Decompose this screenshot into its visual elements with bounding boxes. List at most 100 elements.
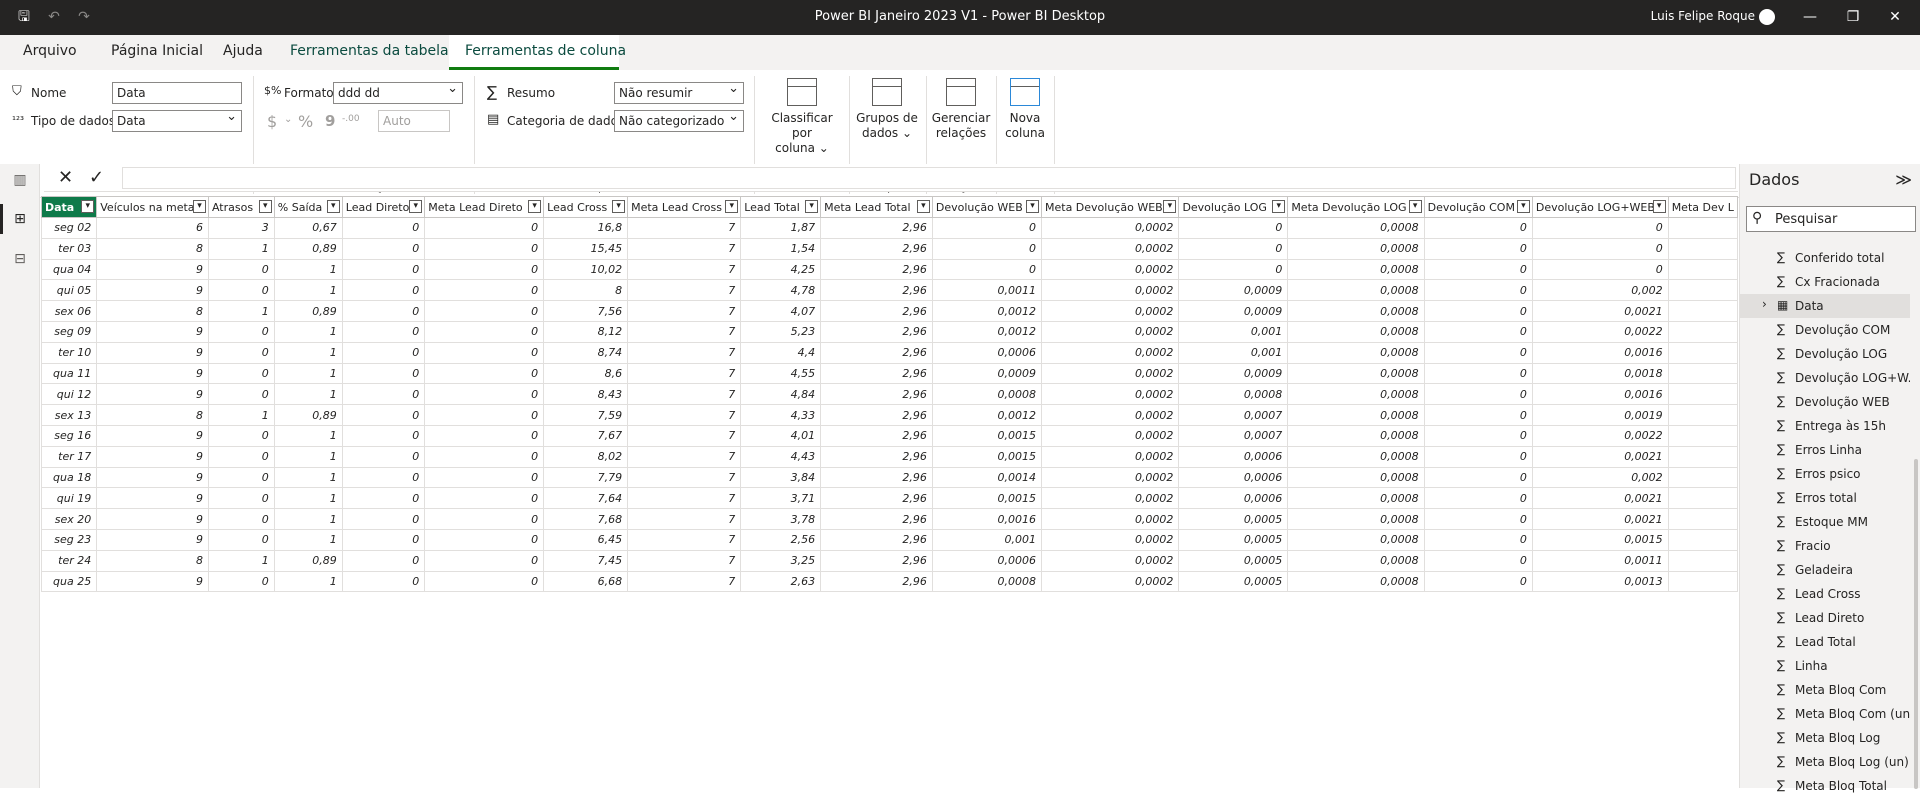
column-header[interactable]: Devolução COM▾ — [1424, 197, 1532, 218]
tab-ajuda[interactable]: Ajuda — [219, 43, 267, 59]
table-cell[interactable]: 0,0002 — [1042, 301, 1179, 322]
table-cell[interactable]: 2,63 — [741, 571, 821, 592]
table-cell[interactable]: 1 — [274, 509, 342, 530]
table-cell[interactable]: 8 — [97, 550, 209, 571]
filter-dropdown-icon[interactable]: ▾ — [259, 200, 272, 213]
field-item[interactable]: ∑Meta Bloq Log (un) — [1740, 750, 1910, 774]
field-item[interactable]: ∑Lead Cross — [1740, 582, 1910, 606]
table-cell[interactable]: 0,0002 — [1042, 405, 1179, 426]
user-name[interactable]: Luis Felipe Roque — [1651, 9, 1755, 23]
field-item[interactable]: ∑Devolução LOG — [1740, 342, 1910, 366]
table-cell[interactable]: 0 — [208, 342, 274, 363]
table-cell[interactable]: 1 — [274, 446, 342, 467]
table-cell[interactable]: 7,67 — [544, 425, 628, 446]
table-cell[interactable]: 2,96 — [821, 425, 933, 446]
table-cell[interactable]: 0,0008 — [1288, 342, 1424, 363]
table-cell[interactable]: 1 — [274, 467, 342, 488]
nome-input[interactable]: Data — [112, 82, 242, 104]
table-cell[interactable]: 0,0009 — [1179, 301, 1288, 322]
table-cell[interactable]: 0 — [1424, 405, 1532, 426]
table-cell[interactable]: 2,96 — [821, 384, 933, 405]
table-cell[interactable]: 0,0016 — [1532, 384, 1668, 405]
table-cell[interactable] — [1668, 425, 1737, 446]
table-cell[interactable]: 0 — [1424, 363, 1532, 384]
table-cell[interactable]: 4,07 — [741, 301, 821, 322]
field-item[interactable]: ∑Meta Bloq Com — [1740, 678, 1910, 702]
table-cell[interactable] — [1668, 405, 1737, 426]
table-cell[interactable]: sex 13 — [42, 405, 97, 426]
table-cell[interactable]: 0,0022 — [1532, 321, 1668, 342]
table-cell[interactable]: 0 — [342, 301, 425, 322]
table-cell[interactable] — [1668, 384, 1737, 405]
table-cell[interactable]: 0,0008 — [1288, 218, 1424, 239]
table-cell[interactable]: 7,68 — [544, 509, 628, 530]
table-cell[interactable]: 8,43 — [544, 384, 628, 405]
table-cell[interactable]: 8,02 — [544, 446, 628, 467]
table-cell[interactable]: sex 20 — [42, 509, 97, 530]
table-cell[interactable]: 0 — [425, 550, 544, 571]
table-cell[interactable]: 0 — [342, 550, 425, 571]
table-cell[interactable]: 7,45 — [544, 550, 628, 571]
table-cell[interactable]: 9 — [97, 571, 209, 592]
table-cell[interactable]: 0,0009 — [932, 363, 1041, 384]
table-cell[interactable]: 0 — [208, 425, 274, 446]
table-cell[interactable]: 2,96 — [821, 405, 933, 426]
table-cell[interactable]: 0 — [208, 529, 274, 550]
table-cell[interactable]: 0,0007 — [1179, 405, 1288, 426]
table-cell[interactable]: 4,84 — [741, 384, 821, 405]
table-cell[interactable]: 1 — [208, 405, 274, 426]
table-cell[interactable]: 15,45 — [544, 238, 628, 259]
column-header[interactable]: Meta Devolução LOG▾ — [1288, 197, 1424, 218]
table-cell[interactable]: 3,25 — [741, 550, 821, 571]
table-cell[interactable]: 1 — [274, 363, 342, 384]
cancel-formula-icon[interactable]: ✕ — [58, 167, 73, 188]
table-cell[interactable]: 0,0008 — [1288, 301, 1424, 322]
table-cell[interactable]: 0 — [342, 405, 425, 426]
table-cell[interactable]: 0 — [208, 321, 274, 342]
field-item[interactable]: ∑Lead Direto — [1740, 606, 1910, 630]
table-cell[interactable]: 0,0005 — [1179, 529, 1288, 550]
model-view-icon[interactable]: ⊟ — [11, 251, 29, 267]
table-cell[interactable]: 0 — [1424, 238, 1532, 259]
table-cell[interactable]: 0 — [342, 488, 425, 509]
table-cell[interactable]: 0 — [932, 238, 1041, 259]
table-cell[interactable] — [1668, 342, 1737, 363]
table-cell[interactable]: 0,0015 — [1532, 529, 1668, 550]
field-item[interactable]: ∑Meta Bloq Com (un) — [1740, 702, 1910, 726]
table-cell[interactable]: 8 — [97, 405, 209, 426]
table-cell[interactable]: 1 — [274, 488, 342, 509]
field-item[interactable]: ∑Meta Bloq Total — [1740, 774, 1910, 798]
filter-dropdown-icon[interactable]: ▾ — [1409, 200, 1422, 213]
chevron-right-icon[interactable]: › — [1762, 297, 1767, 311]
table-cell[interactable] — [1668, 321, 1737, 342]
table-cell[interactable]: 0 — [932, 259, 1041, 280]
data-groups-button[interactable]: Grupos de dados ⌄ — [855, 78, 919, 141]
table-cell[interactable]: 0 — [1179, 259, 1288, 280]
table-cell[interactable]: qui 19 — [42, 488, 97, 509]
table-cell[interactable]: 8 — [544, 280, 628, 301]
table-cell[interactable]: 0,001 — [1179, 342, 1288, 363]
table-cell[interactable]: 0 — [425, 488, 544, 509]
table-cell[interactable]: 0 — [208, 384, 274, 405]
filter-dropdown-icon[interactable]: ▾ — [1272, 200, 1285, 213]
table-cell[interactable]: 7 — [628, 529, 741, 550]
table-cell[interactable]: 0,0021 — [1532, 488, 1668, 509]
table-cell[interactable]: 0,0008 — [1288, 363, 1424, 384]
table-cell[interactable]: 1 — [274, 571, 342, 592]
filter-dropdown-icon[interactable]: ▾ — [917, 200, 930, 213]
table-cell[interactable]: 0 — [1532, 238, 1668, 259]
field-item[interactable]: ∑Meta Bloq Log — [1740, 726, 1910, 750]
table-cell[interactable]: 0,0018 — [1532, 363, 1668, 384]
table-cell[interactable]: 0,0007 — [1179, 425, 1288, 446]
table-cell[interactable]: 8,6 — [544, 363, 628, 384]
fields-scrollbar[interactable] — [1914, 459, 1918, 789]
field-item[interactable]: ∑Estoque MM — [1740, 510, 1910, 534]
table-cell[interactable]: 7 — [628, 550, 741, 571]
table-cell[interactable]: 0,0002 — [1042, 529, 1179, 550]
table-cell[interactable]: 0 — [425, 280, 544, 301]
table-cell[interactable]: 4,4 — [741, 342, 821, 363]
filter-dropdown-icon[interactable]: ▾ — [1026, 200, 1039, 213]
table-cell[interactable]: 0,0002 — [1042, 321, 1179, 342]
field-item[interactable]: ∑Fracio — [1740, 534, 1910, 558]
table-cell[interactable]: 9 — [97, 259, 209, 280]
